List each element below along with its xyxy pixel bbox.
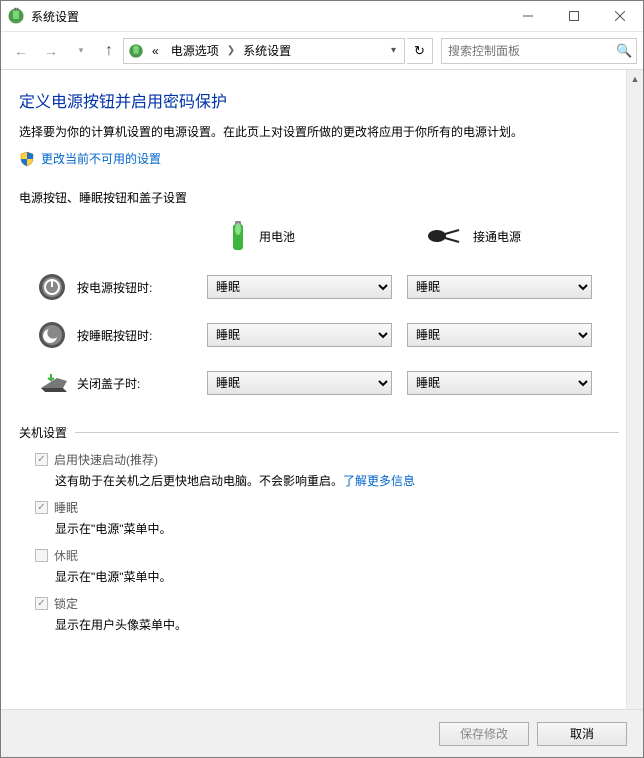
search-icon[interactable]: 🔍 [616,43,630,59]
section-buttons-lid: 电源按钮、睡眠按钮和盖子设置 [19,189,619,206]
minimize-button[interactable] [505,1,551,32]
checkbox-icon [35,549,48,562]
column-battery: 用电池 [207,218,407,254]
shield-icon [19,151,35,167]
page-heading: 定义电源按钮并启用密码保护 [19,88,619,112]
learn-more-link[interactable]: 了解更多信息 [343,474,415,488]
breadcrumb-system-settings[interactable]: 系统设置 [239,40,295,61]
shutdown-legend: 关机设置 [19,424,75,441]
power-grid: 用电池 接通电源 按电源按钮时: 睡眠 睡眠 按睡眠按钮时: 睡眠 睡眠 关闭盖… [27,218,619,398]
scrollbar[interactable]: ▲ [626,70,643,709]
shutdown-settings: 关机设置 ✓启用快速启动(推荐) 这有助于在关机之后更快地启动电脑。不会影响重启… [19,424,619,643]
cancel-button[interactable]: 取消 [537,722,627,746]
hibernate-checkbox[interactable]: 休眠 [35,547,619,564]
sleep-button-ac-select[interactable]: 睡眠 [407,323,592,347]
forward-button[interactable]: → [37,37,65,65]
power-button-icon [37,272,67,302]
bottom-bar: 保存修改 取消 [1,709,643,757]
address-bar[interactable]: « 电源选项 ❯ 系统设置 ▾ [123,38,405,64]
app-icon [7,7,25,25]
sleep-button-battery-select[interactable]: 睡眠 [207,323,392,347]
maximize-button[interactable] [551,1,597,32]
content-area: 定义电源按钮并启用密码保护 选择要为你的计算机设置的电源设置。在此页上对设置所做… [1,70,643,709]
battery-icon [225,218,251,254]
lid-close-icon [37,370,67,396]
checkbox-icon: ✓ [35,597,48,610]
save-button[interactable]: 保存修改 [439,722,529,746]
lid-close-battery-select[interactable]: 睡眠 [207,371,392,395]
power-button-battery-select[interactable]: 睡眠 [207,275,392,299]
address-dropdown[interactable]: ▾ [387,45,400,56]
checkbox-icon: ✓ [35,453,48,466]
power-plan-icon [128,43,144,59]
breadcrumb-sep: ❯ [227,45,235,56]
back-button[interactable]: ← [7,37,35,65]
window-title: 系统设置 [31,8,505,25]
lock-checkbox[interactable]: ✓锁定 [35,595,619,612]
column-ac: 接通电源 [407,225,607,247]
lid-close-ac-select[interactable]: 睡眠 [407,371,592,395]
scroll-up[interactable]: ▲ [627,70,643,87]
row-lid-close: 关闭盖子时: [27,368,207,398]
search-input[interactable] [448,44,616,58]
row-power-button: 按电源按钮时: [27,272,207,302]
up-button[interactable]: ↑ [97,37,121,65]
search-box[interactable]: 🔍 [441,38,637,64]
fast-startup-checkbox[interactable]: ✓启用快速启动(推荐) [35,451,619,468]
sleep-button-icon [37,320,67,350]
change-unavailable-settings-link[interactable]: 更改当前不可用的设置 [41,150,161,167]
row-sleep-button: 按睡眠按钮时: [27,320,207,350]
titlebar: 系统设置 [1,1,643,32]
refresh-button[interactable]: ↻ [407,38,433,64]
page-description: 选择要为你的计算机设置的电源设置。在此页上对设置所做的更改将应用于你所有的电源计… [19,122,619,142]
power-button-ac-select[interactable]: 睡眠 [407,275,592,299]
plug-icon [425,225,465,247]
close-button[interactable] [597,1,643,32]
sleep-checkbox[interactable]: ✓睡眠 [35,499,619,516]
breadcrumb-root[interactable]: « [148,42,163,60]
recent-dropdown[interactable]: ▾ [67,37,95,65]
breadcrumb-power-options[interactable]: 电源选项 [167,40,223,61]
navbar: ← → ▾ ↑ « 电源选项 ❯ 系统设置 ▾ ↻ 🔍 [1,32,643,70]
checkbox-icon: ✓ [35,501,48,514]
